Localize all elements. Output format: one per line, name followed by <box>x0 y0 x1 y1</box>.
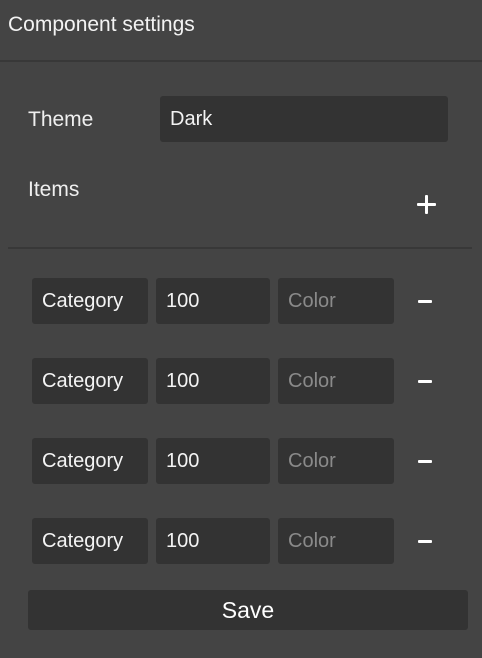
category-input[interactable] <box>32 438 148 484</box>
item-row <box>0 438 482 484</box>
value-input[interactable] <box>156 278 270 324</box>
remove-item-button[interactable] <box>410 524 440 558</box>
plus-icon-vertical-bar <box>425 195 428 214</box>
category-input[interactable] <box>32 278 148 324</box>
color-input[interactable] <box>278 278 394 324</box>
category-input[interactable] <box>32 518 148 564</box>
minus-icon <box>418 460 432 463</box>
item-row <box>0 278 482 324</box>
color-input[interactable] <box>278 358 394 404</box>
remove-item-button[interactable] <box>410 364 440 398</box>
item-row <box>0 518 482 564</box>
item-row <box>0 358 482 404</box>
remove-item-button[interactable] <box>410 444 440 478</box>
items-divider <box>8 247 472 249</box>
minus-icon <box>418 380 432 383</box>
items-label: Items <box>28 178 80 201</box>
color-input[interactable] <box>278 518 394 564</box>
value-input[interactable] <box>156 518 270 564</box>
minus-icon <box>418 300 432 303</box>
panel-title: Component settings <box>8 13 195 36</box>
theme-label: Theme <box>28 108 94 131</box>
remove-item-button[interactable] <box>410 284 440 318</box>
component-settings-panel: Component settings Theme Items <box>0 0 482 658</box>
save-button[interactable]: Save <box>28 590 468 630</box>
theme-input[interactable] <box>160 96 448 142</box>
value-input[interactable] <box>156 358 270 404</box>
category-input[interactable] <box>32 358 148 404</box>
header-divider <box>0 60 482 62</box>
minus-icon <box>418 540 432 543</box>
value-input[interactable] <box>156 438 270 484</box>
add-item-button[interactable] <box>409 188 443 222</box>
color-input[interactable] <box>278 438 394 484</box>
